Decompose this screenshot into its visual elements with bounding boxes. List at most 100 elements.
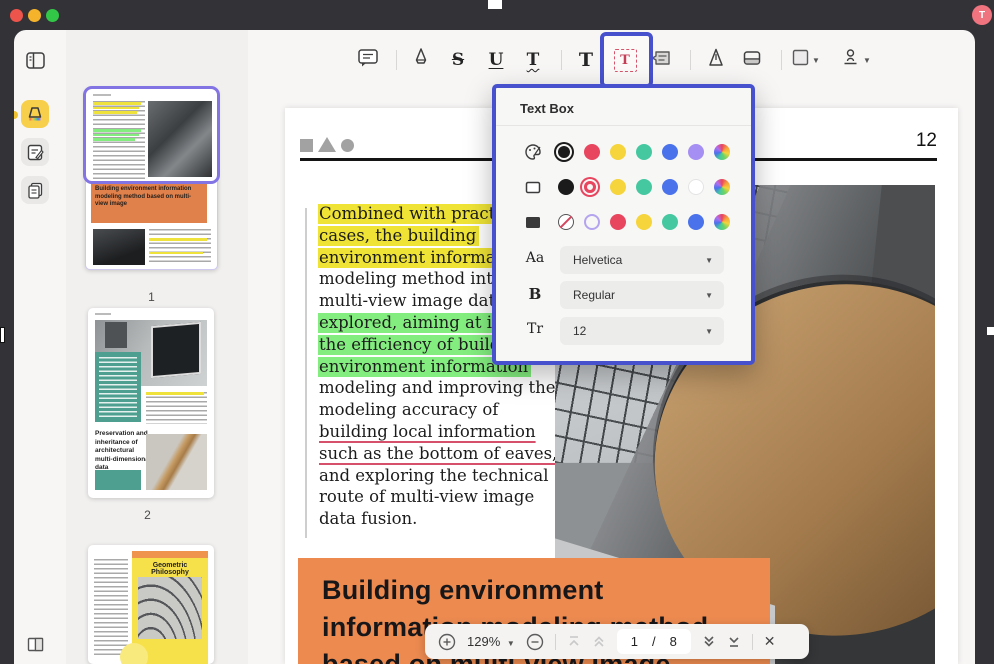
zoom-out-button[interactable]: [526, 633, 544, 651]
border-color-icon: [524, 178, 542, 196]
previous-page-button[interactable]: [592, 635, 606, 648]
fill-color-swatch-wheel[interactable]: [714, 214, 730, 230]
fill-color-swatch-#e8455f[interactable]: [610, 214, 626, 230]
zoom-level-dropdown[interactable]: 129% ▼: [467, 634, 515, 649]
text-color-swatch-#e8455f[interactable]: [584, 144, 600, 160]
page-number: 12: [885, 130, 937, 152]
page-thumbnail-1[interactable]: Building environment information modelin…: [85, 88, 218, 270]
font-style-value: Regular: [573, 288, 615, 302]
toolbar-divider: [396, 50, 397, 70]
account-avatar[interactable]: T: [972, 5, 992, 25]
border-color-swatch-#f5d43c[interactable]: [610, 179, 626, 195]
mini-text-column: [93, 101, 145, 181]
palette-icon: [524, 143, 542, 161]
edit-note-icon: [27, 144, 44, 161]
underline-button[interactable]: U: [482, 46, 510, 74]
pencil-icon: [706, 47, 726, 74]
text-color-swatch-#f5d43c[interactable]: [610, 144, 626, 160]
text-box-button[interactable]: T: [611, 46, 639, 74]
eraser-icon: [742, 48, 762, 73]
toolbar-divider: [561, 50, 562, 70]
total-pages: 8: [670, 634, 677, 649]
highlighter-button[interactable]: [407, 46, 435, 74]
next-page-button[interactable]: [702, 635, 716, 648]
document-text-line[interactable]: data fusion.: [318, 509, 558, 531]
zoom-in-button[interactable]: [438, 633, 456, 651]
document-text-line[interactable]: and exploring the technical: [318, 466, 558, 488]
text-color-swatch-#1b1b1b[interactable]: [558, 146, 570, 158]
document-text-line[interactable]: building local information: [318, 422, 558, 444]
comment-mode-button[interactable]: [21, 100, 49, 128]
panel-title: Text Box: [520, 101, 574, 116]
fill-color-swatch-outline[interactable]: [584, 214, 600, 230]
panel-divider: [496, 125, 751, 126]
page-thumbnail-2[interactable]: Preservation and inheritance of architec…: [88, 308, 214, 498]
fill-color-swatch-#f5d43c[interactable]: [636, 214, 652, 230]
document-text-line[interactable]: modeling and improving the: [318, 378, 558, 400]
last-page-button[interactable]: [727, 635, 741, 648]
stamp-button[interactable]: ▼: [842, 46, 870, 74]
underline-icon: U: [489, 50, 504, 70]
strikethrough-button[interactable]: S: [444, 46, 472, 74]
border-color-swatch-wheel[interactable]: [714, 179, 730, 195]
font-family-dropdown[interactable]: Helvetica ▼: [560, 246, 724, 274]
comment-button[interactable]: [354, 46, 382, 74]
current-page-input[interactable]: 1: [631, 634, 638, 649]
document-text-line[interactable]: modeling accuracy of: [318, 400, 558, 422]
font-style-dropdown[interactable]: Regular ▼: [560, 281, 724, 309]
page-label-2: 2: [81, 508, 214, 522]
close-window-button[interactable]: [10, 9, 23, 22]
eraser-button[interactable]: [738, 46, 766, 74]
typewriter-text-icon: T: [579, 49, 593, 71]
text-box-icon: T: [614, 49, 637, 72]
text-color-swatch-wheel[interactable]: [714, 144, 730, 160]
mini-photo-person: [93, 229, 145, 265]
pencil-button[interactable]: [702, 46, 730, 74]
mini-teal-block: [95, 352, 141, 422]
page-number-box[interactable]: 1 / 8: [617, 629, 691, 654]
divider: [555, 634, 556, 650]
document-text-line[interactable]: such as the bottom of eaves,: [318, 444, 558, 466]
chevron-down-icon: ▼: [705, 291, 713, 300]
text-color-swatch-#4a72ea[interactable]: [662, 144, 678, 160]
mini-text-column: [149, 229, 211, 265]
organize-pages-button[interactable]: [21, 176, 49, 204]
border-color-swatch-#1b1b1b[interactable]: [558, 179, 574, 195]
toolbar-divider: [690, 50, 691, 70]
minimize-window-button[interactable]: [28, 9, 41, 22]
page-thumbnail-3[interactable]: Geometric Philosophy: [88, 545, 214, 664]
first-page-button[interactable]: [567, 635, 581, 648]
font-size-value: 12: [573, 324, 586, 338]
fill-color-swatch-#45c8a0[interactable]: [662, 214, 678, 230]
border-color-swatch-#e8455f[interactable]: [584, 181, 596, 193]
text-color-swatch-#a58ff2[interactable]: [688, 144, 704, 160]
typewriter-text-button[interactable]: T: [572, 46, 600, 74]
fill-color-swatch-none[interactable]: [558, 214, 574, 230]
shapes-button[interactable]: ▼: [792, 46, 820, 74]
font-size-label: Tr: [522, 321, 548, 337]
triangle-glyph: [318, 137, 336, 152]
comment-icon: [357, 48, 379, 73]
fill-color-icon: [524, 213, 542, 231]
square-glyph: [300, 139, 313, 152]
text-color-swatch-#45c8a0[interactable]: [636, 144, 652, 160]
border-color-swatch-#45c8a0[interactable]: [636, 179, 652, 195]
banner-line-1: Building environment: [322, 572, 770, 609]
mini-photo-pencil: [146, 434, 207, 490]
squiggly-underline-button[interactable]: T: [519, 46, 547, 74]
document-text-line[interactable]: route of multi-view image: [318, 487, 558, 509]
mini-photo-industrial: [148, 101, 212, 177]
mini-header: [95, 313, 111, 315]
font-style-label: B: [522, 285, 548, 303]
squiggly-underline-icon: T: [527, 50, 540, 70]
close-toolbar-button[interactable]: ✕: [764, 633, 776, 650]
sidebar-toggle-button[interactable]: [21, 46, 49, 74]
font-size-dropdown[interactable]: 12 ▼: [560, 317, 724, 345]
two-page-view-button[interactable]: [21, 630, 49, 658]
edit-pdf-mode-button[interactable]: [21, 138, 49, 166]
font-family-label: Aa: [522, 250, 548, 266]
border-color-swatch-#ffffff[interactable]: [688, 179, 704, 195]
zoom-window-button[interactable]: [46, 9, 59, 22]
border-color-swatch-#4a72ea[interactable]: [662, 179, 678, 195]
fill-color-swatch-#4a72ea[interactable]: [688, 214, 704, 230]
